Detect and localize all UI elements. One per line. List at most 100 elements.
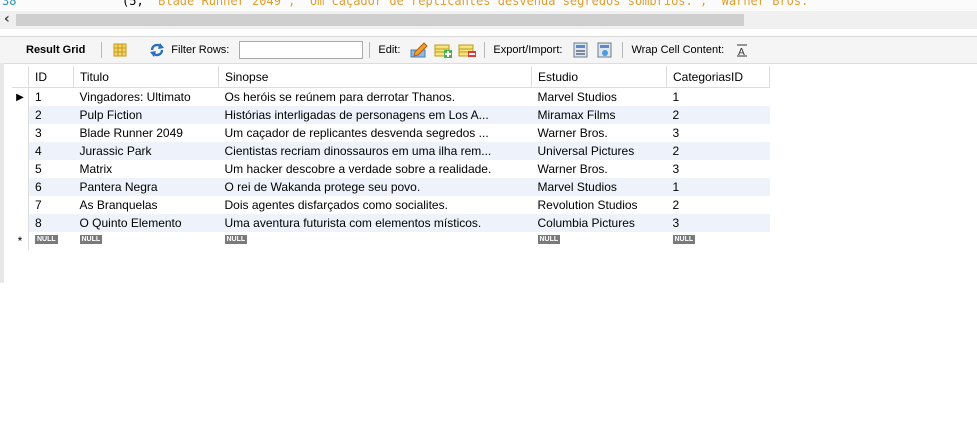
cell-titulo[interactable]: Vingadores: Ultimato <box>73 87 219 106</box>
cell-categoriasid[interactable]: 3 <box>666 214 770 232</box>
row-selector[interactable]: ▶ <box>12 87 29 106</box>
cell-categoriasid[interactable]: 3 <box>666 160 770 178</box>
table-row[interactable]: 3 Blade Runner 2049 Um caçador de replican… <box>12 124 770 142</box>
row-selector[interactable] <box>12 124 29 142</box>
new-row[interactable]: * NULL NULL NULL NULL NULL <box>12 232 770 250</box>
cell-id[interactable]: 5 <box>28 160 74 178</box>
cell-categoriasid[interactable]: 3 <box>666 124 770 142</box>
cell-id[interactable]: 6 <box>28 178 74 196</box>
cell-estudio[interactable]: Warner Bros. <box>531 160 667 178</box>
column-header-id[interactable]: ID <box>28 66 74 88</box>
table-row[interactable]: 2 Pulp Fiction Histórias interligadas de p… <box>12 106 770 124</box>
grid-view-icon[interactable] <box>112 42 128 58</box>
cell-titulo[interactable]: Matrix <box>73 160 219 178</box>
cell-titulo[interactable]: As Branquelas <box>73 196 219 214</box>
table-row[interactable]: 7 As Branquelas Dois agentes disfarçados c… <box>12 196 770 214</box>
new-row-cell[interactable]: NULL <box>28 232 74 250</box>
cell-categoriasid[interactable]: 2 <box>666 196 770 214</box>
line-number: 38 <box>2 0 17 8</box>
editor-divider <box>0 29 977 37</box>
cell-sinopse[interactable]: Uma aventura futurista com elementos mís… <box>218 214 532 232</box>
wrap-cell-icon[interactable]: A <box>734 42 750 58</box>
cell-categoriasid[interactable]: 1 <box>666 87 770 106</box>
grid-body: ▶ 1 Vingadores: Ultimato Os heróis se reúne… <box>12 87 770 250</box>
refresh-icon[interactable] <box>149 42 165 58</box>
cell-estudio[interactable]: Universal Pictures <box>531 142 667 160</box>
cell-id[interactable]: 4 <box>28 142 74 160</box>
filter-rows-input[interactable] <box>239 41 364 59</box>
new-row-cell[interactable]: NULL <box>218 232 532 250</box>
new-row-cell[interactable]: NULL <box>666 232 770 250</box>
export-import-label: Export/Import: <box>493 44 563 56</box>
code-string: 'Blade Runner 2049', 'Um caçador de repl… <box>150 0 816 8</box>
cell-titulo[interactable]: Blade Runner 2049 <box>73 124 219 142</box>
column-header-sinopse[interactable]: Sinopse <box>218 66 532 88</box>
table-row[interactable]: 4 Jurassic Park Cientistas recriam dinossa… <box>12 142 770 160</box>
row-selector[interactable] <box>12 196 29 214</box>
left-panel-edge <box>0 63 4 283</box>
edit-label: Edit: <box>378 44 401 56</box>
cell-titulo[interactable]: O Quinto Elemento <box>73 214 219 232</box>
column-header-estudio[interactable]: Estudio <box>531 66 667 88</box>
new-row-cell[interactable]: NULL <box>531 232 667 250</box>
add-row-icon[interactable] <box>434 42 453 58</box>
editor-horizontal-scrollbar[interactable]: ‹ <box>0 11 977 29</box>
new-row-marker: * <box>12 232 29 250</box>
cell-sinopse[interactable]: Histórias interligadas de personagens em… <box>218 106 532 124</box>
cell-id[interactable]: 7 <box>28 196 74 214</box>
row-header-corner <box>12 66 29 88</box>
cell-categoriasid[interactable]: 1 <box>666 178 770 196</box>
cell-id[interactable]: 8 <box>28 214 74 232</box>
cell-sinopse[interactable]: O rei de Wakanda protege seu povo. <box>218 178 532 196</box>
scrollbar-thumb[interactable] <box>16 14 744 26</box>
cell-id[interactable]: 2 <box>28 106 74 124</box>
cell-sinopse[interactable]: Cientistas recriam dinossauros em uma il… <box>218 142 532 160</box>
scroll-left-arrow-icon[interactable]: ‹ <box>4 11 10 27</box>
toolbar-divider <box>138 42 139 58</box>
cell-estudio[interactable]: Marvel Studios <box>531 178 667 196</box>
new-row-cell[interactable]: NULL <box>73 232 219 250</box>
toolbar-divider <box>622 42 624 58</box>
null-badge: NULL <box>672 235 696 244</box>
table-row[interactable]: 6 Pantera Negra O rei de Wakanda protege s… <box>12 178 770 196</box>
cell-estudio[interactable]: Columbia Pictures <box>531 214 667 232</box>
column-header-titulo[interactable]: Titulo <box>73 66 219 88</box>
sql-editor-line[interactable]: 38 (5, 'Blade Runner 2049', 'Um caçador … <box>0 0 977 10</box>
cell-categoriasid[interactable]: 2 <box>666 142 770 160</box>
cell-sinopse[interactable]: Um caçador de replicantes desvenda segre… <box>218 124 532 142</box>
import-icon[interactable] <box>596 42 612 58</box>
cell-sinopse[interactable]: Dois agentes disfarçados como socialites… <box>218 196 532 214</box>
row-selector[interactable] <box>12 178 29 196</box>
filter-rows-label: Filter Rows: <box>171 44 230 56</box>
table-row[interactable]: ▶ 1 Vingadores: Ultimato Os heróis se reúne… <box>12 87 770 106</box>
null-badge: NULL <box>35 235 58 244</box>
export-icon[interactable] <box>572 42 588 58</box>
null-badge: NULL <box>224 235 248 244</box>
result-toolbar: Result Grid Filter Rows: Edit: Export/Im… <box>0 37 977 64</box>
cell-estudio[interactable]: Marvel Studios <box>531 87 667 106</box>
row-selector[interactable] <box>12 214 29 232</box>
cell-id[interactable]: 3 <box>28 124 74 142</box>
cell-estudio[interactable]: Revolution Studios <box>531 196 667 214</box>
grid-header-row: ID Titulo Sinopse Estudio CategoriasID <box>12 66 770 88</box>
cell-estudio[interactable]: Miramax Films <box>531 106 667 124</box>
table-row[interactable]: 5 Matrix Um hacker descobre a verdade sobr… <box>12 160 770 178</box>
cell-sinopse[interactable]: Um hacker descobre a verdade sobre a rea… <box>218 160 532 178</box>
wrap-cell-label: Wrap Cell Content: <box>631 44 725 56</box>
row-selector[interactable] <box>12 142 29 160</box>
row-selector[interactable] <box>12 106 29 124</box>
cell-id[interactable]: 1 <box>28 87 74 106</box>
delete-row-icon[interactable] <box>458 42 477 58</box>
result-grid-tab[interactable]: Result Grid <box>24 37 87 63</box>
row-selector[interactable] <box>12 160 29 178</box>
cell-estudio[interactable]: Warner Bros. <box>531 124 667 142</box>
cell-titulo[interactable]: Pulp Fiction <box>73 106 219 124</box>
edit-row-icon[interactable] <box>410 42 429 58</box>
column-header-categoriasid[interactable]: CategoriasID <box>666 66 770 88</box>
current-row-marker-icon: ▶ <box>16 91 24 103</box>
cell-categoriasid[interactable]: 2 <box>666 106 770 124</box>
cell-sinopse[interactable]: Os heróis se reúnem para derrotar Thanos… <box>218 87 532 106</box>
cell-titulo[interactable]: Jurassic Park <box>73 142 219 160</box>
table-row[interactable]: 8O Quinto Elemento Uma aventura futurista… <box>12 214 770 232</box>
cell-titulo[interactable]: Pantera Negra <box>73 178 219 196</box>
